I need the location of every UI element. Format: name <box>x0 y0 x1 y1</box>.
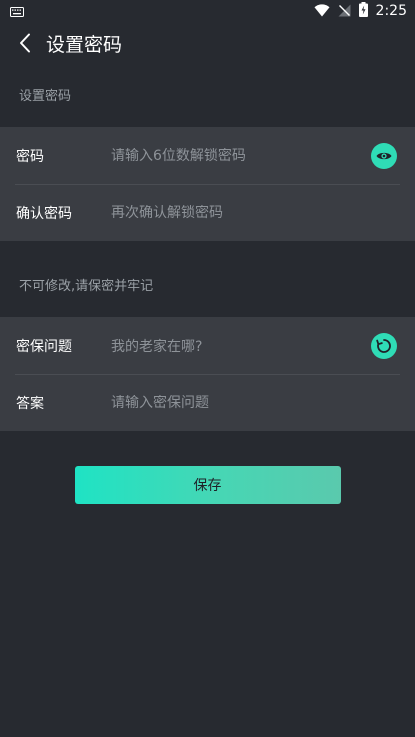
refresh-icon[interactable] <box>371 332 397 359</box>
page-title: 设置密码 <box>46 33 123 56</box>
status-left <box>10 2 24 21</box>
battery-charging-icon <box>358 1 368 21</box>
security-question-label: 密保问题 <box>16 338 72 355</box>
status-right: 2:25 <box>314 1 407 21</box>
eye-icon[interactable] <box>371 142 397 169</box>
header: 设置密码 <box>0 22 415 64</box>
confirm-password-label: 确认密码 <box>16 205 72 222</box>
password-input[interactable] <box>111 147 371 164</box>
answer-input[interactable] <box>111 394 397 411</box>
password-card: 密码 确认密码 <box>0 127 415 241</box>
answer-row: 答案 <box>0 374 415 431</box>
password-row: 密码 <box>0 127 415 184</box>
security-card: 密保问题 我的老家在哪? 答案 <box>0 317 415 431</box>
section-label-set-password: 设置密码 <box>19 89 72 104</box>
wifi-icon <box>314 2 330 21</box>
answer-label: 答案 <box>16 395 44 412</box>
confirm-password-input[interactable] <box>111 204 397 221</box>
security-question-row[interactable]: 密保问题 我的老家在哪? <box>0 317 415 374</box>
no-signal-icon <box>338 2 351 21</box>
security-question-value[interactable]: 我的老家在哪? <box>111 336 371 356</box>
keyboard-icon <box>10 2 24 21</box>
password-label: 密码 <box>16 148 44 165</box>
save-wrap: 保存 <box>0 466 415 504</box>
status-bar: 2:25 <box>0 0 415 22</box>
save-button[interactable]: 保存 <box>74 466 341 504</box>
chevron-left-icon[interactable] <box>14 32 36 54</box>
section-label-security-note: 不可修改,请保密并牢记 <box>19 279 154 294</box>
status-time: 2:25 <box>375 3 407 19</box>
confirm-password-row: 确认密码 <box>0 184 415 241</box>
